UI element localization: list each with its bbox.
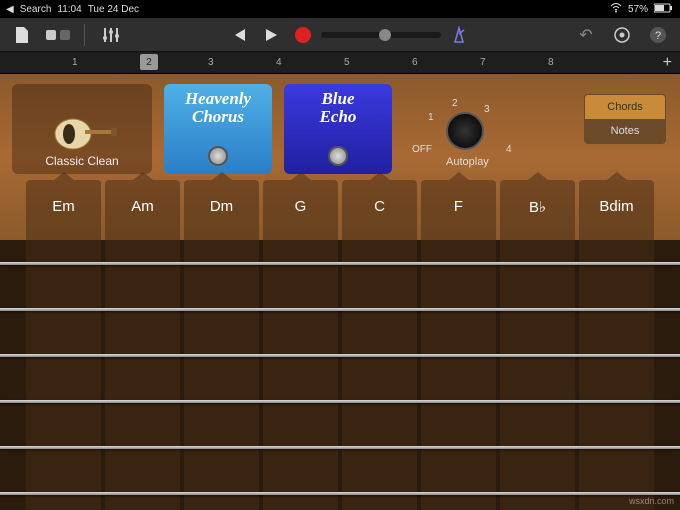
track-controls-button[interactable] [97, 23, 125, 47]
autoplay-label: Autoplay [446, 156, 489, 168]
autoplay-pos-1: 1 [428, 112, 434, 123]
guitar-string-2[interactable] [0, 446, 680, 449]
pedal-label-line1: Heavenly [185, 90, 251, 108]
svg-text:?: ? [655, 30, 661, 42]
chord-strip[interactable]: C [342, 180, 417, 240]
chord-strip[interactable]: F [421, 180, 496, 240]
chord-column[interactable] [579, 240, 654, 510]
back-label[interactable]: Search [20, 4, 52, 15]
preset-label: Classic Clean [45, 154, 118, 168]
status-date: Tue 24 Dec [88, 4, 139, 15]
chord-strip[interactable]: Bdim [579, 180, 654, 240]
chord-strip[interactable]: Am [105, 180, 180, 240]
play-button[interactable] [257, 23, 285, 47]
go-to-start-button[interactable] [225, 23, 253, 47]
segmented-chords[interactable]: Chords [585, 95, 665, 119]
pedal-footswitch[interactable] [328, 146, 348, 166]
battery-percent: 57% [628, 4, 648, 15]
autoplay-pos-off: OFF [412, 144, 432, 155]
chord-column[interactable] [500, 240, 575, 510]
help-button[interactable]: ? [644, 23, 672, 47]
app-toolbar: ↶ ? [0, 18, 680, 52]
battery-icon [654, 3, 674, 16]
pedal-blue-echo[interactable]: Blue Echo [284, 84, 392, 174]
ruler-tick: 8 [548, 57, 616, 68]
chord-column[interactable] [421, 240, 496, 510]
pedal-label-line2: Chorus [185, 108, 251, 126]
chord-column[interactable] [26, 240, 101, 510]
chord-strip[interactable]: Em [26, 180, 101, 240]
guitar-icon [47, 108, 117, 154]
chord-column[interactable] [105, 240, 180, 510]
ruler-tick: 5 [344, 57, 412, 68]
record-button[interactable] [289, 23, 317, 47]
status-time: 11:04 [57, 4, 81, 15]
autoplay-pos-4: 4 [506, 144, 512, 155]
ruler-tick: 3 [208, 57, 276, 68]
pedal-heavenly-chorus[interactable]: Heavenly Chorus [164, 84, 272, 174]
my-songs-button[interactable] [8, 23, 36, 47]
ruler-tick: 7 [480, 57, 548, 68]
pedal-label-line2: Echo [320, 108, 357, 126]
instrument-panel: Classic Clean Heavenly Chorus Blue Echo … [0, 74, 680, 240]
autoplay-pos-3: 3 [484, 104, 490, 115]
chord-column[interactable] [184, 240, 259, 510]
autoplay-control: OFF 1 2 3 4 Autoplay [410, 86, 530, 172]
watermark: wsxdn.com [629, 496, 674, 506]
chord-strip[interactable]: G [263, 180, 338, 240]
guitar-preset-tile[interactable]: Classic Clean [12, 84, 152, 174]
pedal-label-line1: Blue [320, 90, 357, 108]
guitar-string-4[interactable] [0, 354, 680, 357]
guitar-string-1[interactable] [0, 492, 680, 495]
undo-button[interactable]: ↶ [572, 23, 600, 47]
playhead-marker[interactable]: 2 [140, 54, 158, 70]
guitar-string-5[interactable] [0, 308, 680, 311]
chord-column[interactable] [263, 240, 338, 510]
ruler-tick: 1 [72, 57, 140, 68]
chords-notes-segmented: Chords Notes [584, 94, 666, 144]
segmented-notes[interactable]: Notes [585, 119, 665, 143]
autoplay-knob[interactable] [446, 112, 484, 150]
slider-knob[interactable] [379, 29, 391, 41]
back-chevron-icon[interactable]: ◀ [6, 4, 14, 15]
guitar-fretboard: wsxdn.com [0, 240, 680, 510]
timeline-ruler[interactable]: 1 2 3 4 5 6 7 8 2 + [0, 52, 680, 74]
ipad-status-bar: ◀ Search 11:04 Tue 24 Dec 57% [0, 0, 680, 18]
add-section-button[interactable]: + [663, 54, 672, 72]
master-volume-slider[interactable] [321, 32, 441, 38]
wifi-icon [610, 3, 622, 16]
pedal-footswitch[interactable] [208, 146, 228, 166]
chord-strip[interactable]: Dm [184, 180, 259, 240]
chord-header-row: Em Am Dm G C F B♭ Bdim [0, 180, 680, 240]
autoplay-pos-2: 2 [452, 98, 458, 109]
browser-button[interactable] [44, 23, 72, 47]
settings-button[interactable] [608, 23, 636, 47]
guitar-string-6[interactable] [0, 262, 680, 265]
chord-strip[interactable]: B♭ [500, 180, 575, 240]
ruler-tick: 4 [276, 57, 344, 68]
guitar-string-3[interactable] [0, 400, 680, 403]
ruler-tick: 6 [412, 57, 480, 68]
chord-column[interactable] [342, 240, 417, 510]
metronome-button[interactable] [445, 23, 473, 47]
